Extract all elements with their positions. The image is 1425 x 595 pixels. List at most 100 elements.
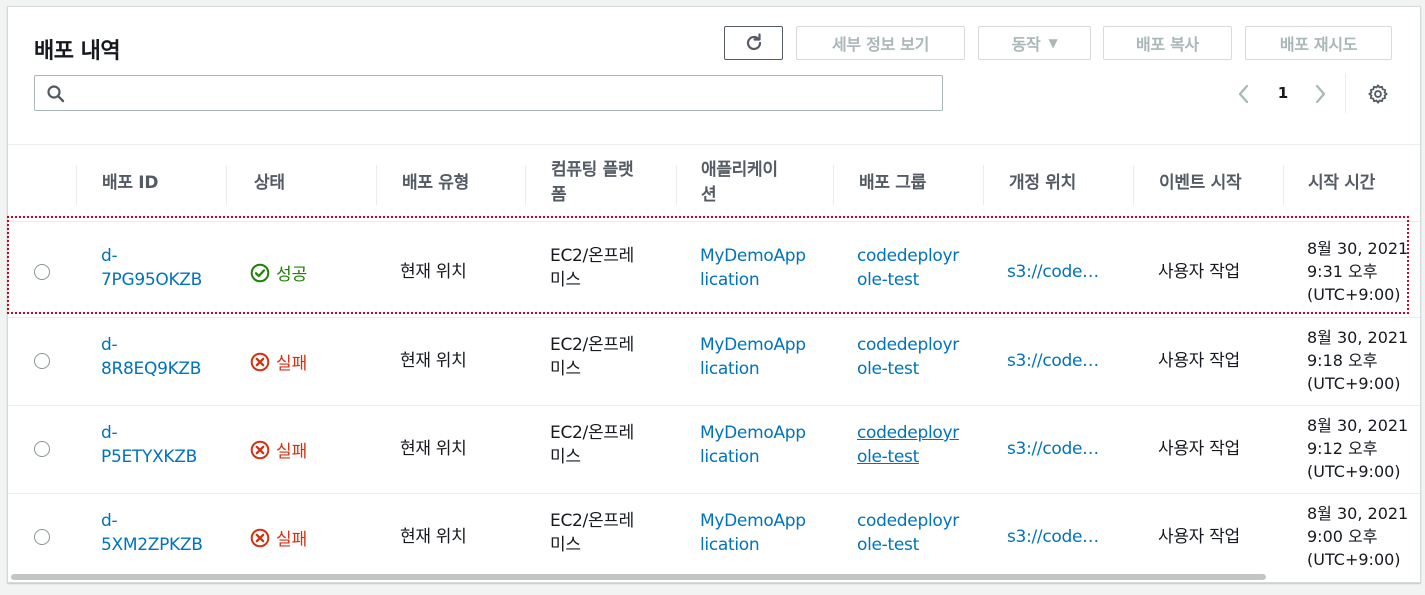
application-link-cont[interactable]: lication: [700, 268, 760, 292]
compute-platform-line: EC2/온프레: [550, 423, 634, 443]
deployment-history-panel: 배포 내역 세부 정보 보기 동작 ▼ 배포 복사 배포 재시도 1 배포 ID…: [7, 6, 1421, 583]
start-time-clock: 9:31 오후: [1307, 262, 1378, 281]
status-text: 성공: [276, 265, 308, 285]
compute-platform-line: EC2/온프레: [550, 246, 634, 266]
status-badge: 실패: [250, 349, 307, 374]
event-start: 사용자 작업: [1158, 527, 1240, 547]
column-header-start-time[interactable]: 시작 시간: [1308, 145, 1418, 221]
revision-location-link[interactable]: s3://code…: [1007, 525, 1099, 549]
deployment-group-link-cont[interactable]: ole-test: [857, 268, 919, 292]
application-link[interactable]: MyDemoApp: [700, 333, 806, 357]
deployment-id-link-cont[interactable]: 7PG95OKZB: [101, 268, 202, 292]
column-separator: [983, 165, 984, 205]
status-badge: 실패: [250, 525, 307, 550]
column-header-status[interactable]: 상태: [254, 145, 364, 221]
start-time-date: 8월 30, 2021: [1307, 239, 1409, 258]
compute-platform-line: EC2/온프레: [550, 335, 634, 355]
deployment-group-link[interactable]: codedeployr: [857, 509, 959, 533]
gear-icon[interactable]: [1367, 83, 1389, 105]
deployment-group-link[interactable]: codedeployr: [857, 333, 959, 357]
retry-deployment-button[interactable]: 배포 재시도: [1245, 26, 1392, 60]
row-divider: [8, 221, 1420, 222]
deployment-id-link[interactable]: d-: [101, 509, 118, 533]
application-link[interactable]: MyDemoApp: [700, 421, 806, 445]
event-start: 사용자 작업: [1158, 351, 1240, 371]
status-badge: 실패: [250, 437, 307, 462]
row-select-radio[interactable]: [34, 353, 50, 369]
start-time-date: 8월 30, 2021: [1307, 328, 1409, 347]
column-separator: [376, 165, 377, 205]
success-check-icon: [250, 263, 270, 282]
refresh-icon: [746, 33, 761, 51]
start-time: 8월 30, 2021 9:12 오후 (UTC+9:00): [1307, 414, 1408, 483]
deployment-group-link-cont[interactable]: ole-test: [857, 533, 919, 557]
actions-label: 동작: [1011, 35, 1041, 54]
deployment-group-link-cont[interactable]: ole-test: [857, 445, 919, 469]
application-link[interactable]: MyDemoApp: [700, 509, 806, 533]
current-page-number[interactable]: 1: [1272, 84, 1294, 102]
application-link-cont[interactable]: lication: [700, 357, 760, 381]
copy-deployment-button[interactable]: 배포 복사: [1103, 26, 1232, 60]
deployment-group-link-cont[interactable]: ole-test: [857, 357, 919, 381]
deployment-id-link-cont[interactable]: 5XM2ZPKZB: [101, 533, 203, 557]
compute-platform-line: 미스: [550, 270, 581, 290]
horizontal-scrollbar-thumb[interactable]: [11, 574, 1266, 580]
status-text: 실패: [276, 442, 308, 462]
column-header-revision-location[interactable]: 개정 위치: [1009, 145, 1129, 221]
error-x-icon: [250, 440, 270, 459]
column-header-deployment-group[interactable]: 배포 그룹: [859, 145, 979, 221]
table-row[interactable]: d- 7PG95OKZB 성공 현재 위치 EC2/온프레 미스 MyDemoA…: [8, 228, 1420, 316]
start-time: 8월 30, 2021 9:00 오후 (UTC+9:00): [1307, 502, 1408, 571]
next-page-icon[interactable]: [1310, 83, 1330, 105]
revision-location-link[interactable]: s3://code…: [1007, 437, 1099, 461]
revision-location-link[interactable]: s3://code…: [1007, 349, 1099, 373]
row-select-radio[interactable]: [34, 441, 50, 457]
deployment-id-link[interactable]: d-: [101, 421, 118, 445]
deployment-type: 현재 위치: [400, 527, 467, 547]
refresh-button[interactable]: [724, 26, 783, 60]
table-row[interactable]: d- 8R8EQ9KZB 실패 현재 위치 EC2/온프레 미스 MyDemoA…: [8, 317, 1420, 405]
search-input[interactable]: [75, 80, 929, 108]
deployment-group-link[interactable]: codedeployr: [857, 244, 959, 268]
application-link-cont[interactable]: lication: [700, 533, 760, 557]
row-select-radio[interactable]: [34, 264, 50, 280]
page-title: 배포 내역: [34, 39, 121, 64]
start-time-clock: 9:18 오후: [1307, 351, 1378, 370]
previous-page-icon[interactable]: [1234, 83, 1254, 105]
table-row[interactable]: d- 5XM2ZPKZB 실패 현재 위치 EC2/온프레 미스 MyDemoA…: [8, 493, 1420, 581]
column-header-deployment-type[interactable]: 배포 유형: [402, 145, 522, 221]
search-icon: [47, 85, 65, 103]
start-time-date: 8월 30, 2021: [1307, 416, 1409, 435]
search-box: [34, 75, 943, 111]
table-row[interactable]: d- P5ETYXKZB 실패 현재 위치 EC2/온프레 미스 MyDemoA…: [8, 405, 1420, 493]
compute-platform-line: 미스: [550, 359, 581, 379]
deployment-id-link[interactable]: d-: [101, 244, 118, 268]
start-time-zone: (UTC+9:00): [1307, 462, 1401, 481]
compute-platform: EC2/온프레 미스: [550, 244, 634, 292]
column-separator: [76, 165, 77, 205]
column-header-event-start[interactable]: 이벤트 시작: [1159, 145, 1279, 221]
column-header-application[interactable]: 애플리케이 션: [701, 145, 821, 221]
row-select-radio[interactable]: [34, 529, 50, 545]
start-time-clock: 9:12 오후: [1307, 439, 1378, 458]
view-details-button[interactable]: 세부 정보 보기: [796, 26, 965, 60]
compute-platform-line: EC2/온프레: [550, 511, 634, 531]
actions-dropdown[interactable]: 동작 ▼: [978, 26, 1091, 60]
application-link-cont[interactable]: lication: [700, 445, 760, 469]
application-link[interactable]: MyDemoApp: [700, 244, 806, 268]
column-header-compute-platform[interactable]: 컴퓨팅 플랫 폼: [551, 145, 676, 221]
status-text: 실패: [276, 354, 308, 374]
deployment-id-link-cont[interactable]: P5ETYXKZB: [101, 445, 197, 469]
caret-down-icon: ▼: [1048, 36, 1058, 50]
compute-platform: EC2/온프레 미스: [550, 333, 634, 381]
deployment-type: 현재 위치: [400, 439, 467, 459]
revision-location-link[interactable]: s3://code…: [1007, 260, 1099, 284]
column-separator: [525, 165, 526, 205]
deployment-group-link[interactable]: codedeployr: [857, 421, 959, 445]
deployment-id-link-cont[interactable]: 8R8EQ9KZB: [101, 357, 201, 381]
event-start: 사용자 작업: [1158, 262, 1240, 282]
compute-platform: EC2/온프레 미스: [550, 509, 634, 557]
compute-platform: EC2/온프레 미스: [550, 421, 634, 469]
deployment-id-link[interactable]: d-: [101, 333, 118, 357]
column-header-deployment-id[interactable]: 배포 ID: [102, 145, 222, 221]
